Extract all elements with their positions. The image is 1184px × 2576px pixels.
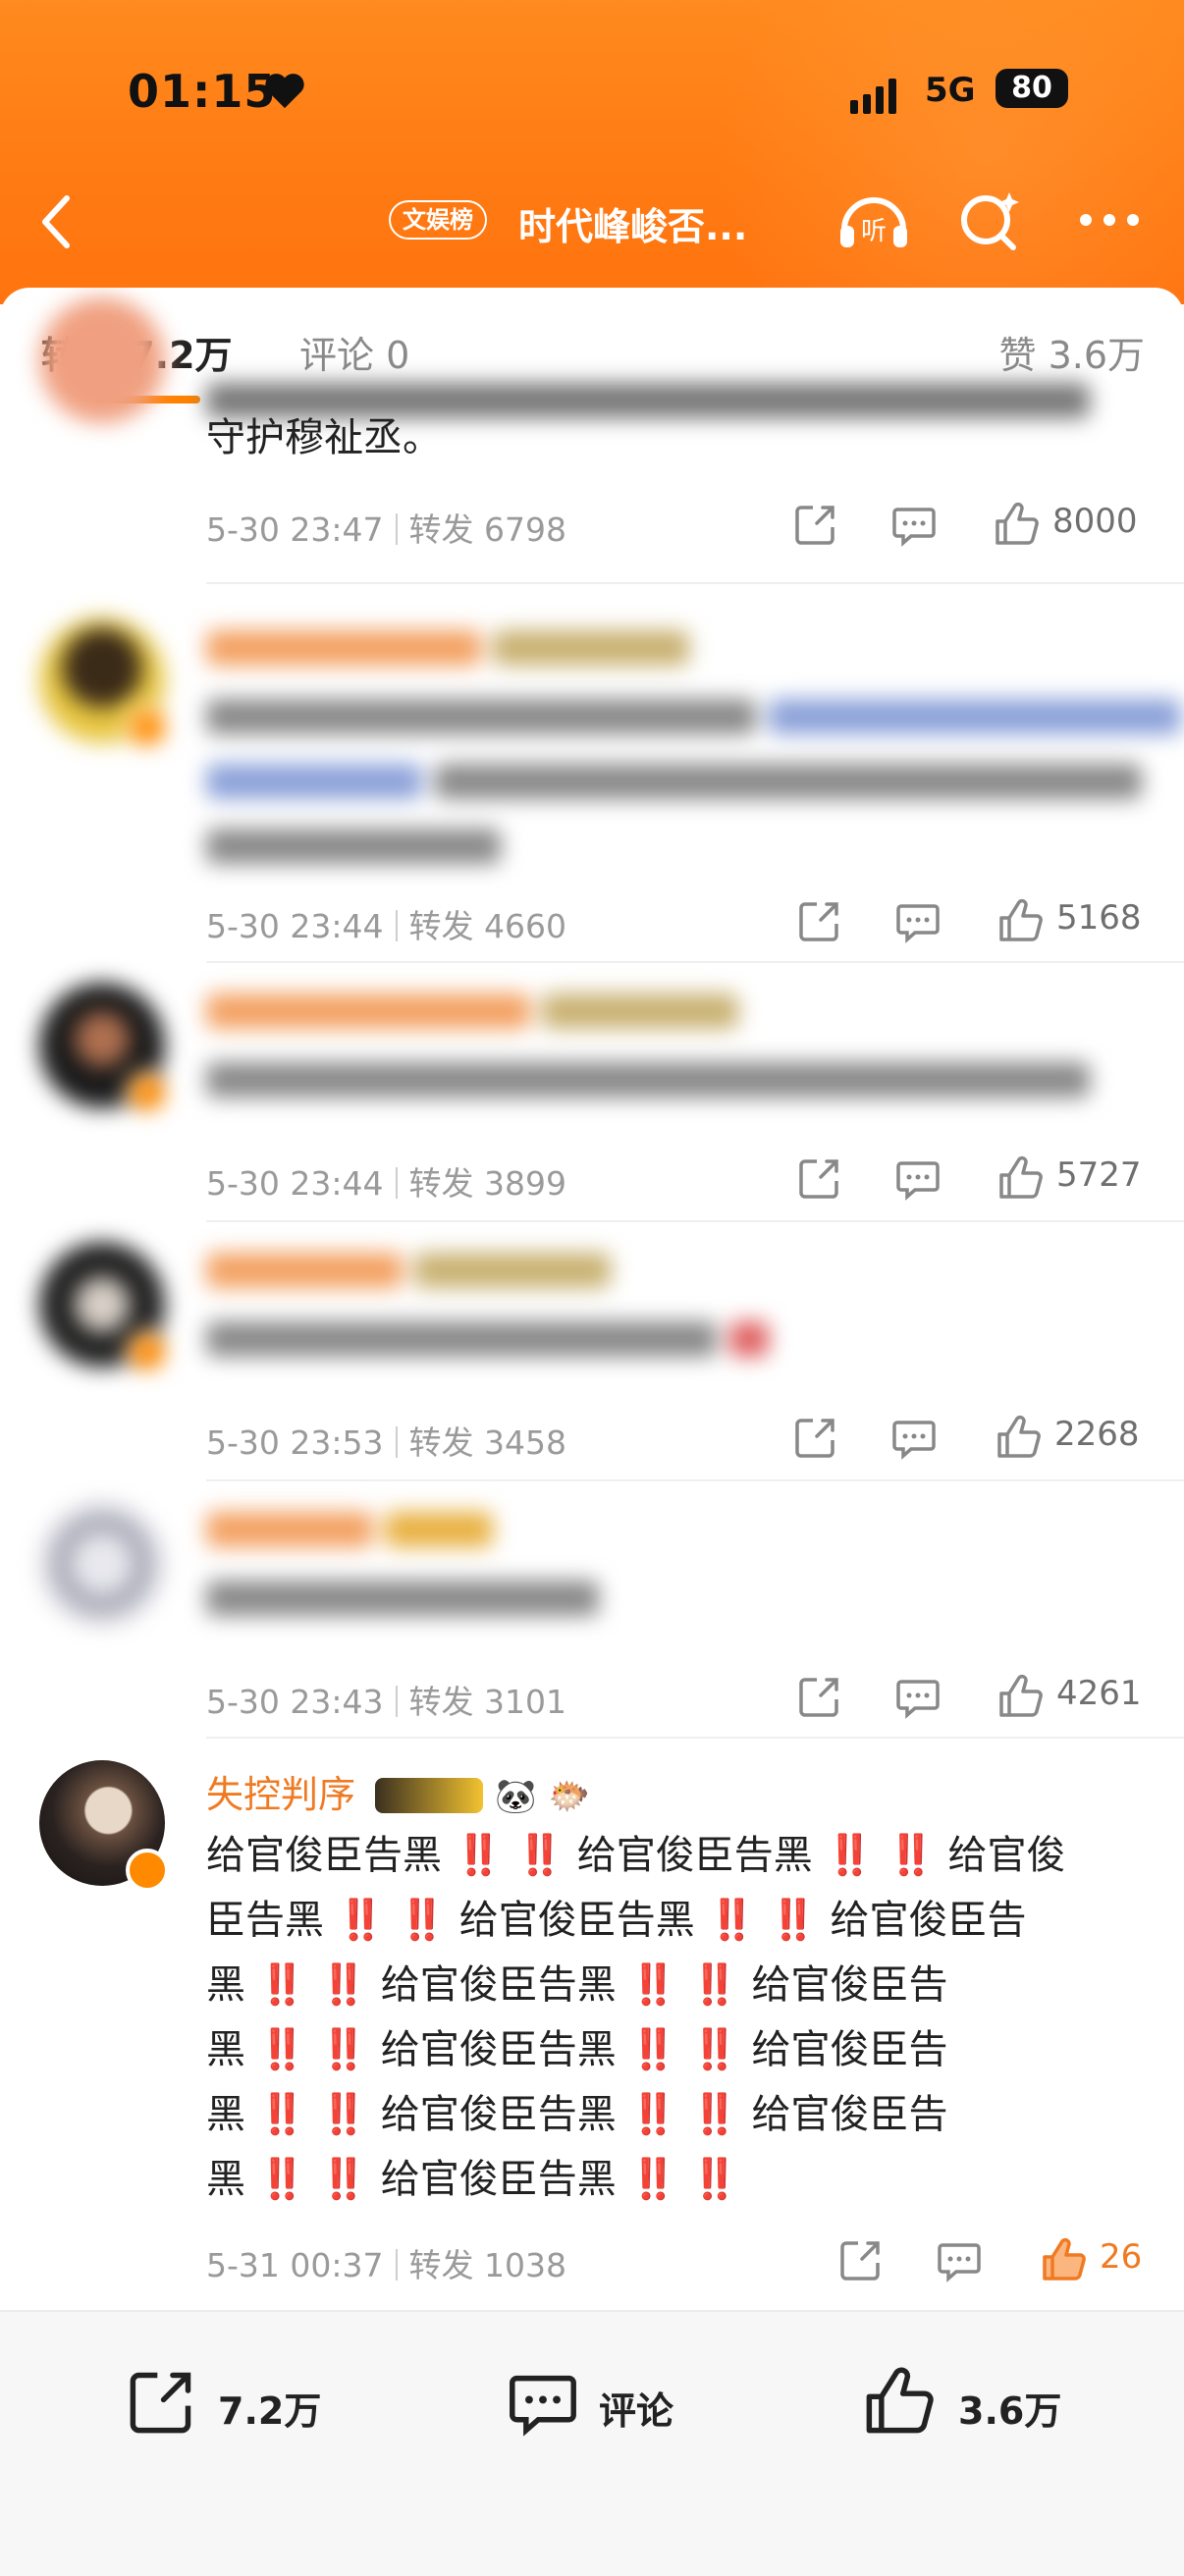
like-button[interactable]: 5168: [996, 896, 1172, 945]
repost-meta: 5-30 23:43 转发 3101: [206, 1683, 566, 1721]
text-line: 黑 ‼️ ‼️ 给官俊臣告黑 ‼️ ‼️ 给官俊臣告: [206, 1962, 948, 2008]
comment-icon[interactable]: [889, 500, 939, 549]
page-title: 时代峰峻否...: [518, 205, 748, 248]
clock: 01:15: [128, 65, 277, 118]
avatar[interactable]: [39, 1501, 165, 1627]
repost-text-hidden: [206, 1046, 1090, 1110]
more-icon[interactable]: [1070, 187, 1149, 255]
list-item[interactable]: 失控判序 🐼 🐡 给官俊臣告黑 ‼️ ‼️ 给官俊臣告黑 ‼️ ‼️ 给官俊 臣…: [0, 1739, 1184, 2310]
list-item[interactable]: 5-30 23:53 转发 3458 2268: [0, 1222, 1184, 1481]
thumbs-up-icon: [999, 1674, 1043, 1717]
list-item[interactable]: 5-30 23:43 转发 3101 4261: [0, 1481, 1184, 1739]
repost-meta: 5-30 23:53 转发 3458: [206, 1423, 566, 1462]
repost-count: 7.2万: [218, 2389, 322, 2433]
username-hidden: [206, 987, 739, 1030]
thumbs-up-icon: [999, 1155, 1043, 1199]
comment-icon[interactable]: [889, 1413, 939, 1462]
thumbs-up-icon: [999, 898, 1043, 941]
repost-text-hidden: [206, 1564, 599, 1629]
bottom-action-bar: 7.2万 评论 3.6万: [0, 2310, 1184, 2576]
comment-button[interactable]: 评论: [505, 2357, 701, 2445]
text-line: 给官俊臣告黑 ‼️ ‼️ 给官俊臣告黑 ‼️ ‼️ 给官俊: [206, 1833, 1066, 1878]
list-item[interactable]: 守护穆祉丞。 5-30 23:47 转发 6798 8000: [0, 297, 1184, 584]
thumbs-up-icon: [866, 2367, 934, 2434]
comment-icon[interactable]: [893, 1672, 942, 1721]
like-count: 4261: [1056, 1674, 1142, 1713]
repost-meta: 5-30 23:44 转发 4660: [206, 907, 566, 945]
svg-text:听: 听: [861, 217, 887, 246]
share-icon: [130, 2372, 191, 2434]
text-line: 黑 ‼️ ‼️ 给官俊臣告黑 ‼️ ‼️: [206, 2157, 739, 2202]
list-item[interactable]: 5-30 23:44 转发 4660 5168: [0, 584, 1184, 963]
like-button[interactable]: 5727: [996, 1154, 1172, 1203]
nav-bar: 文娱榜 时代峰峻否... 听: [0, 187, 1184, 255]
repost-meta: 5-31 00:37 转发 1038: [206, 2246, 566, 2284]
like-button[interactable]: 2268: [994, 1413, 1170, 1462]
repost-text-hidden: [206, 682, 1181, 877]
comment-label: 评论: [599, 2389, 674, 2433]
thumbs-up-icon: [996, 502, 1039, 545]
listen-icon[interactable]: 听: [834, 187, 913, 255]
list-item[interactable]: 5-30 23:44 转发 3899 5727: [0, 963, 1184, 1222]
thumbs-up-icon: [997, 1415, 1041, 1458]
back-icon[interactable]: [33, 192, 82, 251]
comment-icon[interactable]: [893, 896, 942, 945]
like-button[interactable]: 8000: [992, 500, 1168, 549]
repost-text: 给官俊臣告黑 ‼️ ‼️ 给官俊臣告黑 ‼️ ‼️ 给官俊 臣告黑 ‼️ ‼️ …: [206, 1823, 1066, 2212]
repost-text-hidden: [206, 1305, 769, 1369]
share-icon[interactable]: [795, 1672, 844, 1721]
comment-icon: [510, 2375, 576, 2437]
comment-icon[interactable]: [935, 2235, 984, 2284]
verified-badge: [126, 706, 169, 749]
share-icon[interactable]: [795, 1154, 844, 1203]
share-icon[interactable]: [836, 2235, 886, 2284]
thumbs-up-icon: [1043, 2237, 1086, 2281]
search-icon[interactable]: [950, 187, 1029, 255]
like-count: 8000: [1052, 502, 1138, 541]
share-icon[interactable]: [791, 1413, 840, 1462]
ranking-tag[interactable]: 文娱榜: [389, 200, 487, 240]
username-hidden: [206, 623, 690, 667]
header: 01:15 5G 80 文娱榜 时代峰峻否... 听: [0, 0, 1184, 432]
username: 失控判序 🐼 🐡: [206, 1773, 590, 1816]
like-count: 5168: [1056, 898, 1142, 938]
repost-meta: 5-30 23:47 转发 6798: [206, 510, 566, 549]
verified-badge: [126, 1849, 169, 1892]
like-count: 2268: [1054, 1415, 1140, 1454]
signal-icon: [850, 77, 909, 114]
text-line: 黑 ‼️ ‼️ 给官俊臣告黑 ‼️ ‼️ 给官俊臣告: [206, 2027, 948, 2072]
verified-badge: [126, 1071, 169, 1114]
like-button[interactable]: 26: [1039, 2235, 1176, 2284]
like-button[interactable]: 4261: [996, 1672, 1172, 1721]
panda-icon: 🐼: [495, 1777, 537, 1816]
repost-text: 守护穆祉丞。: [206, 415, 442, 460]
content-card: 转发 7.2万 评论 0 赞 3.6万 守护穆祉丞。 5-30 23:47转发 …: [0, 288, 1184, 2310]
username-hidden: [206, 1246, 612, 1289]
share-icon[interactable]: [795, 896, 844, 945]
repost-button[interactable]: 7.2万: [124, 2357, 340, 2445]
like-count: 26: [1100, 2237, 1143, 2277]
text-line: 黑 ‼️ ‼️ 给官俊臣告黑 ‼️ ‼️ 给官俊臣告: [206, 2092, 948, 2137]
share-icon[interactable]: [791, 500, 840, 549]
verified-badge: [126, 1330, 169, 1373]
repost-meta: 5-30 23:44 转发 3899: [206, 1164, 566, 1203]
crown-badge-icon: [375, 1778, 484, 1813]
username-hidden: [206, 1505, 494, 1548]
heart-icon: [265, 74, 304, 109]
avatar[interactable]: [39, 297, 165, 423]
battery-icon: 80: [996, 69, 1068, 108]
like-count: 5727: [1056, 1155, 1142, 1195]
text-line: 臣告黑 ‼️ ‼️ 给官俊臣告黑 ‼️ ‼️ 给官俊臣告: [206, 1898, 1027, 1943]
like-total: 3.6万: [958, 2389, 1062, 2433]
network-label: 5G: [925, 71, 976, 110]
status-bar: 01:15 5G 80: [0, 65, 1184, 128]
fish-icon: 🐡: [548, 1777, 590, 1816]
comment-icon[interactable]: [893, 1154, 942, 1203]
like-button-bottom[interactable]: 3.6万: [860, 2357, 1096, 2445]
